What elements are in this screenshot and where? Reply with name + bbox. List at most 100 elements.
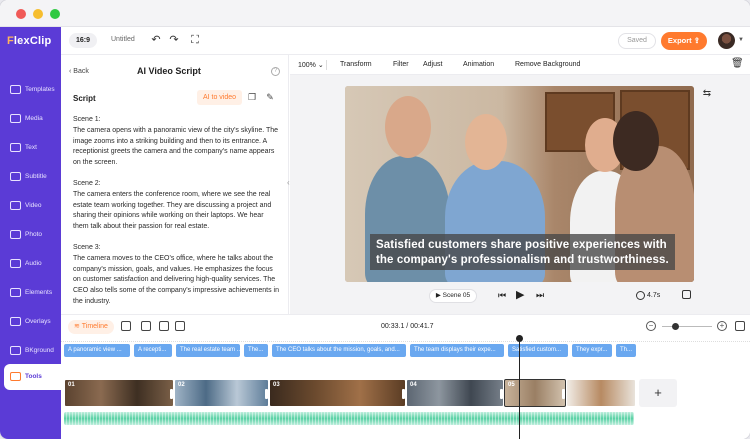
background-icon [10,346,21,355]
zoom-out-icon[interactable]: − [646,321,656,331]
script-scene: Scene 2: The camera enters the conferenc… [73,179,272,231]
clock-icon[interactable] [636,291,645,300]
subtitle-clip[interactable]: They expr... [572,344,612,357]
script-text[interactable]: Scene 1: The camera opens with a panoram… [73,115,281,318]
delete-icon[interactable] [175,321,185,331]
preview-stage: Satisfied customers share positive exper… [290,75,750,314]
text-icon [10,143,21,152]
photo-icon [10,230,21,239]
redo-icon[interactable]: ↷ [167,33,181,47]
fullscreen-icon[interactable] [682,290,691,299]
timeline-toggle-button[interactable]: ≋ Timeline [68,320,114,334]
panel-title: AI Video Script [137,66,201,76]
replace-icon[interactable]: ⇆ [700,87,714,101]
help-icon[interactable]: ? [271,67,280,76]
export-button[interactable]: Export ⇪ [661,32,707,50]
fit-screen-icon[interactable]: ⛶ [188,33,202,47]
music-note-icon [10,259,21,268]
undo-icon[interactable]: ↶ [149,33,163,47]
upload-icon: ⇪ [693,36,701,45]
audio-track[interactable] [64,412,634,425]
video-clip[interactable]: 01 [64,379,174,407]
subtitle-clip[interactable]: A panoramic view ... [64,344,130,357]
zoom-select[interactable]: 100% ⌄ [298,61,324,69]
subtitle-clip[interactable]: Th... [616,344,636,357]
playhead[interactable] [519,339,520,439]
edit-icon[interactable]: ✎ [265,92,275,102]
zoom-in-icon[interactable]: + [717,321,727,331]
templates-icon [10,85,21,94]
sidebar-item-elements[interactable]: Elements [0,280,61,306]
video-clip[interactable] [566,379,636,407]
clip-trim-handle[interactable] [562,389,565,399]
video-clip[interactable]: 05 [504,379,566,407]
video-clip[interactable]: 04 [406,379,504,407]
avatar[interactable] [718,32,735,49]
chevron-down-icon[interactable]: ▼ [738,37,744,43]
subtitle-clip[interactable]: A recepti... [134,344,172,357]
sidebar-item-overlays[interactable]: Overlays [0,309,61,335]
sidebar-item-photo[interactable]: Photo [0,222,61,248]
saved-status: Saved [618,33,656,49]
clip-trim-handle[interactable] [402,389,405,399]
close-window-button[interactable] [16,9,26,19]
subtitle-clip[interactable]: Satisfied custom... [508,344,568,357]
ai-to-video-button[interactable]: AI to video [197,90,242,105]
video-preview[interactable]: Satisfied customers share positive exper… [345,86,694,282]
trash-icon[interactable]: 🗑 [731,58,744,69]
duplicate-icon[interactable] [159,321,169,331]
sidebar-item-tools[interactable]: Tools [4,364,61,390]
remove-background-button[interactable]: Remove Background [515,61,580,68]
back-button[interactable]: ‹ Back [69,68,89,75]
play-button[interactable]: ▶ [516,288,524,301]
previous-icon[interactable]: ⏮ [498,290,506,301]
sidebar-item-templates[interactable]: Templates [0,77,61,103]
timeline-icon: ≋ [74,323,80,330]
subtitle-clip[interactable]: The... [244,344,268,357]
adjust-button[interactable]: Adjust [423,61,442,68]
sidebar-item-media[interactable]: Media [0,106,61,132]
aspect-ratio-button[interactable]: 16:9 [69,33,97,48]
transform-button[interactable]: Transform [340,61,372,68]
scene-selector[interactable]: ▶ Scene 05 [429,289,477,303]
divider [326,60,327,70]
subtitle-clip[interactable]: The team displays their expe... [410,344,504,357]
subtitle-clip[interactable]: The real estate team ... [176,344,240,357]
minimize-window-button[interactable] [33,9,43,19]
person-head [613,111,659,171]
sidebar-item-video[interactable]: Video [0,193,61,219]
video-icon [10,201,21,210]
clip-trim-handle[interactable] [500,389,503,399]
sidebar-item-bkground[interactable]: BKground [0,338,61,364]
subtitle-caption[interactable]: Satisfied customers share positive exper… [376,238,676,268]
add-scene-icon[interactable] [121,321,131,331]
project-title[interactable]: Untitled [111,36,135,43]
sidebar-item-subtitle[interactable]: Subtitle [0,164,61,190]
next-icon[interactable]: ⏭ [536,290,544,301]
top-toolbar: 16:9 Untitled ↶ ↷ ⛶ Saved Export ⇪ ▼ [61,27,750,55]
video-clip[interactable]: 03 [269,379,406,407]
zoom-slider-handle[interactable] [672,323,679,330]
ai-script-panel: ‹ Back AI Video Script ? Script AI to vi… [61,55,289,314]
scene-duration[interactable]: 4.7s [647,292,660,299]
add-scene-button[interactable]: + [639,379,677,407]
maximize-window-button[interactable] [50,9,60,19]
overlays-icon [10,317,21,326]
script-label: Script [73,94,96,103]
subtitle-clip[interactable]: The CEO talks about the mission, goals, … [272,344,406,357]
fit-timeline-icon[interactable] [735,321,745,331]
clip-trim-handle[interactable] [265,389,268,399]
copy-icon[interactable]: ❐ [247,92,257,102]
filter-button[interactable]: Filter [393,61,409,68]
toolbox-icon [10,372,21,381]
app-window: FlexClip Templates Media Text Subtitle V… [0,0,750,439]
sidebar-item-audio[interactable]: Audio [0,251,61,277]
split-icon[interactable] [141,321,151,331]
play-icon: ▶ [435,292,441,299]
zoom-slider[interactable] [662,326,712,327]
animation-button[interactable]: Animation [463,61,494,68]
video-clip[interactable]: 02 [174,379,269,407]
time-ruler[interactable] [61,338,750,342]
sidebar-item-text[interactable]: Text [0,135,61,161]
clip-trim-handle[interactable] [170,389,173,399]
